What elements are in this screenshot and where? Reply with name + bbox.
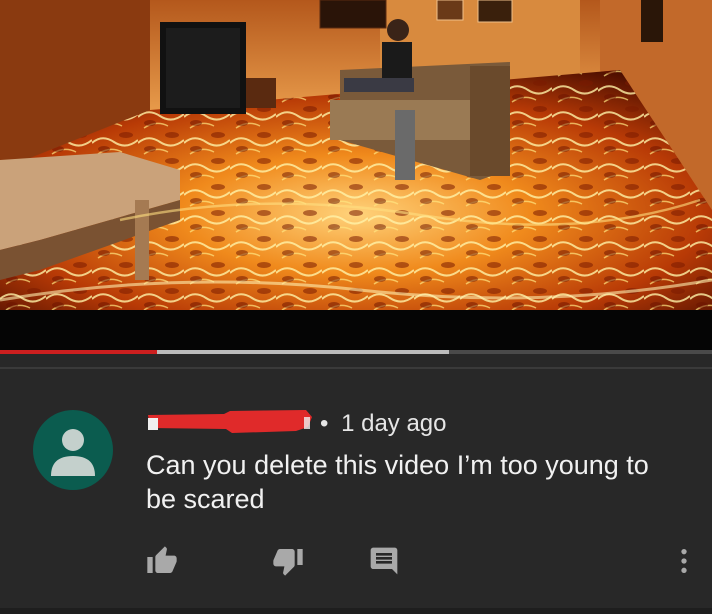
more-vertical-icon (681, 549, 687, 573)
more-options-button[interactable] (666, 543, 702, 579)
like-button[interactable] (144, 543, 180, 579)
author-name-redacted (146, 405, 314, 437)
bottom-edge (0, 608, 712, 614)
video-letterbox (0, 310, 712, 352)
divider (0, 367, 712, 369)
default-user-icon (51, 429, 95, 476)
meta-separator: • (320, 410, 329, 437)
author-avatar[interactable] (33, 410, 113, 490)
reply-button[interactable] (366, 543, 402, 579)
thumbs-up-icon (147, 546, 177, 573)
video-progress-bar[interactable] (0, 350, 712, 354)
thumbs-down-icon (273, 549, 303, 576)
comment-text: Can you delete this video I’m too young … (146, 450, 649, 514)
redaction-mark (148, 410, 312, 433)
reply-comment-icon (370, 547, 398, 575)
comment-screen: • 1 day ago Can you delete this video I’… (0, 0, 712, 614)
comment-time: 1 day ago (341, 410, 447, 437)
comment-meta: • 1 day ago (320, 409, 447, 439)
video-frame (0, 0, 712, 310)
progress-played (0, 350, 157, 354)
dislike-button[interactable] (270, 543, 306, 579)
video-player[interactable] (0, 0, 712, 310)
